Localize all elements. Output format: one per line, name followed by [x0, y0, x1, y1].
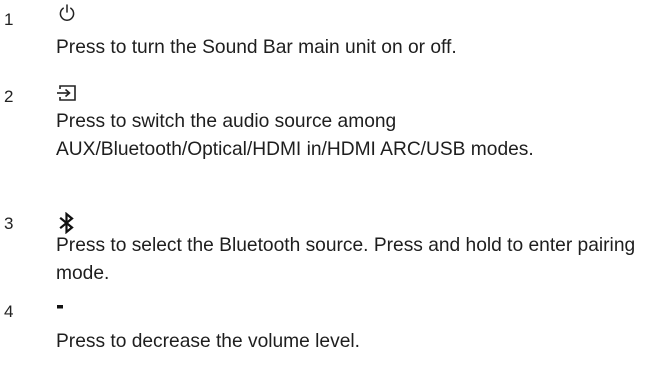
item-number: 2: [4, 87, 14, 106]
item-description: Press to decrease the volume level.: [56, 331, 360, 352]
item-number: 4: [4, 302, 14, 321]
minus-icon: [56, 296, 78, 318]
item-description: Press to switch the audio source among A…: [56, 111, 534, 160]
power-icon: [56, 2, 78, 24]
item-description: Press to select the Bluetooth source. Pr…: [56, 235, 636, 284]
bluetooth-icon: [56, 212, 78, 234]
source-input-icon: [56, 82, 78, 104]
item-number: 3: [4, 214, 14, 233]
item-number: 1: [4, 10, 14, 29]
item-description: Press to turn the Sound Bar main unit on…: [56, 37, 457, 58]
